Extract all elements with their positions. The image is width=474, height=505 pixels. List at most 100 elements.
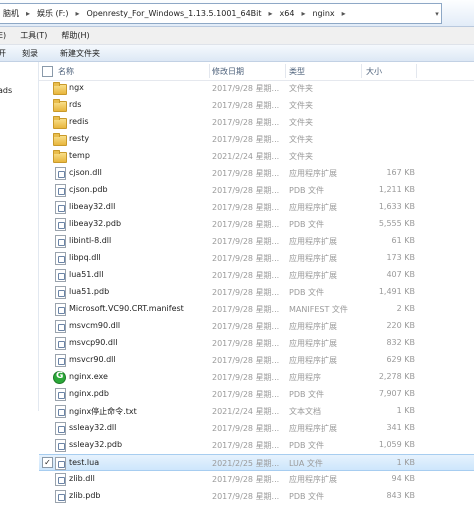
file-icon — [55, 490, 66, 503]
column-divider[interactable] — [285, 64, 286, 78]
file-row[interactable]: Microsoft.VC90.CRT.manifest 2017/9/28 星期.… — [39, 301, 474, 318]
file-type: 文件夹 — [289, 152, 313, 161]
command-bar: 开 刻录 新建文件夹 — [0, 45, 474, 62]
file-name: cjson.pdb — [69, 185, 108, 194]
file-row[interactable]: nginx.pdb 2017/9/28 星期... PDB 文件 7,907 KB — [39, 386, 474, 403]
file-type: 应用程序扩展 — [289, 356, 337, 365]
file-row[interactable]: nginx.exe 2017/9/28 星期... 应用程序 2,278 KB — [39, 369, 474, 386]
file-date: 2017/9/28 星期... — [212, 356, 280, 365]
folder-icon — [53, 99, 67, 112]
select-all-checkbox[interactable] — [42, 66, 53, 77]
file-date: 2017/9/28 星期... — [212, 220, 280, 229]
folder-icon — [53, 133, 67, 146]
column-date[interactable]: 修改日期 — [212, 66, 244, 77]
file-row[interactable]: libintl-8.dll 2017/9/28 星期... 应用程序扩展 61 KB — [39, 233, 474, 250]
crumb-computer[interactable]: 脑机 ▸ — [0, 8, 34, 19]
column-divider[interactable] — [416, 64, 417, 78]
file-row[interactable]: libeay32.pdb 2017/9/28 星期... PDB 文件 5,555 K… — [39, 216, 474, 233]
file-row[interactable]: msvcm90.dll 2017/9/28 星期... 应用程序扩展 220 KB — [39, 318, 474, 335]
address-breadcrumb[interactable]: 脑机 ▸ 娱乐 (F:) ▸ Openresty_For_Windows_1.13.… — [0, 3, 434, 24]
file-name: nginx.exe — [69, 372, 108, 381]
file-type: 应用程序扩展 — [289, 169, 337, 178]
file-name: msvcp90.dll — [69, 338, 118, 347]
file-name: zlib.dll — [69, 474, 95, 483]
chevron-right-icon[interactable]: ▸ — [265, 9, 277, 18]
file-icon — [55, 422, 66, 435]
menu-edit[interactable]: E) — [0, 31, 6, 40]
file-icon — [55, 337, 66, 350]
file-icon — [55, 303, 66, 316]
file-row[interactable]: cjson.pdb 2017/9/28 星期... PDB 文件 1,211 KB — [39, 182, 474, 199]
column-name[interactable]: 名称 — [58, 66, 74, 77]
file-date: 2017/9/28 星期... — [212, 339, 280, 348]
open-button[interactable]: 开 — [0, 48, 6, 59]
column-divider[interactable] — [209, 64, 210, 78]
file-row[interactable]: zlib.pdb 2017/9/28 星期... PDB 文件 843 KB — [39, 488, 474, 505]
column-size[interactable]: 大小 — [366, 66, 382, 77]
chevron-right-icon[interactable]: ▸ — [297, 9, 309, 18]
file-type: 应用程序扩展 — [289, 424, 337, 433]
file-date: 2017/9/28 星期... — [212, 390, 280, 399]
row-checkbox[interactable]: ✓ — [42, 457, 53, 468]
file-size: 2 KB — [396, 304, 415, 313]
crumb-drive[interactable]: 娱乐 (F:) ▸ — [34, 8, 83, 19]
file-row[interactable]: resty 2017/9/28 星期... 文件夹 — [39, 131, 474, 148]
file-row[interactable]: redis 2017/9/28 星期... 文件夹 — [39, 114, 474, 131]
crumb-x64[interactable]: x64 ▸ — [277, 9, 310, 18]
file-row[interactable]: lua51.dll 2017/9/28 星期... 应用程序扩展 407 KB — [39, 267, 474, 284]
file-size: 1,491 KB — [378, 287, 415, 296]
file-name: libeay32.pdb — [69, 219, 122, 228]
file-row[interactable]: temp 2021/2/24 星期... 文件夹 — [39, 148, 474, 165]
file-row[interactable]: ssleay32.dll 2017/9/28 星期... 应用程序扩展 341 KB — [39, 420, 474, 437]
file-row[interactable]: cjson.dll 2017/9/28 星期... 应用程序扩展 167 KB — [39, 165, 474, 182]
menu-help[interactable]: 帮助(H) — [61, 30, 89, 41]
file-date: 2017/9/28 星期... — [212, 441, 280, 450]
chevron-right-icon[interactable]: ▸ — [22, 9, 34, 18]
file-name: msvcr90.dll — [69, 355, 116, 364]
file-row[interactable]: zlib.dll 2017/9/28 星期... 应用程序扩展 94 KB — [39, 471, 474, 488]
crumb-nginx[interactable]: nginx ▸ — [309, 9, 349, 18]
file-row[interactable]: rds 2017/9/28 星期... 文件夹 — [39, 97, 474, 114]
application-icon — [53, 371, 66, 384]
file-size: 2,278 KB — [378, 372, 415, 381]
new-folder-button[interactable]: 新建文件夹 — [60, 48, 100, 59]
file-type: 应用程序扩展 — [289, 271, 337, 280]
file-date: 2017/9/28 星期... — [212, 135, 280, 144]
file-row[interactable]: nginx停止命令.txt 2021/2/24 星期... 文本文档 1 KB — [39, 403, 474, 420]
chevron-right-icon[interactable]: ▸ — [338, 9, 350, 18]
file-row[interactable]: libeay32.dll 2017/9/28 星期... 应用程序扩展 1,633 K… — [39, 199, 474, 216]
file-type: PDB 文件 — [289, 390, 325, 399]
file-row[interactable]: lua51.pdb 2017/9/28 星期... PDB 文件 1,491 KB — [39, 284, 474, 301]
menu-bar: E) 工具(T) 帮助(H) — [0, 27, 474, 45]
file-date: 2017/9/28 星期... — [212, 254, 280, 263]
column-divider[interactable] — [361, 64, 362, 78]
file-row[interactable]: ✓ test.lua 2021/2/25 星期... LUA 文件 1 KB — [39, 454, 474, 471]
file-size: 5,555 KB — [378, 219, 415, 228]
file-icon — [55, 320, 66, 333]
menu-tools[interactable]: 工具(T) — [20, 30, 47, 41]
file-name: libintl-8.dll — [69, 236, 112, 245]
burn-button[interactable]: 刻录 — [22, 48, 38, 59]
file-type: 应用程序扩展 — [289, 237, 337, 246]
file-size: 1,633 KB — [378, 202, 415, 211]
crumb-openresty[interactable]: Openresty_For_Windows_1.13.5.1001_64Bit ▸ — [84, 9, 277, 18]
file-icon — [55, 286, 66, 299]
file-row[interactable]: ngx 2017/9/28 星期... 文件夹 — [39, 80, 474, 97]
file-row[interactable]: msvcp90.dll 2017/9/28 星期... 应用程序扩展 832 KB — [39, 335, 474, 352]
nav-item-downloads[interactable]: ads — [0, 86, 12, 95]
file-row[interactable]: msvcr90.dll 2017/9/28 星期... 应用程序扩展 629 KB — [39, 352, 474, 369]
address-bar: 脑机 ▸ 娱乐 (F:) ▸ Openresty_For_Windows_1.13.… — [0, 0, 474, 27]
column-header: 名称 修改日期 类型 大小 — [39, 62, 474, 81]
column-type[interactable]: 类型 — [289, 66, 305, 77]
file-name: test.lua — [69, 458, 100, 467]
address-history-dropdown[interactable]: ▾ — [433, 3, 442, 24]
file-type: 应用程序扩展 — [289, 339, 337, 348]
file-date: 2017/9/28 星期... — [212, 84, 280, 93]
file-name: libeay32.dll — [69, 202, 116, 211]
file-row[interactable]: libpq.dll 2017/9/28 星期... 应用程序扩展 173 KB — [39, 250, 474, 267]
file-row[interactable]: ssleay32.pdb 2017/9/28 星期... PDB 文件 1,059 K… — [39, 437, 474, 454]
file-type: PDB 文件 — [289, 186, 325, 195]
file-size: 341 KB — [386, 423, 415, 432]
file-icon — [55, 354, 66, 367]
chevron-right-icon[interactable]: ▸ — [71, 9, 83, 18]
